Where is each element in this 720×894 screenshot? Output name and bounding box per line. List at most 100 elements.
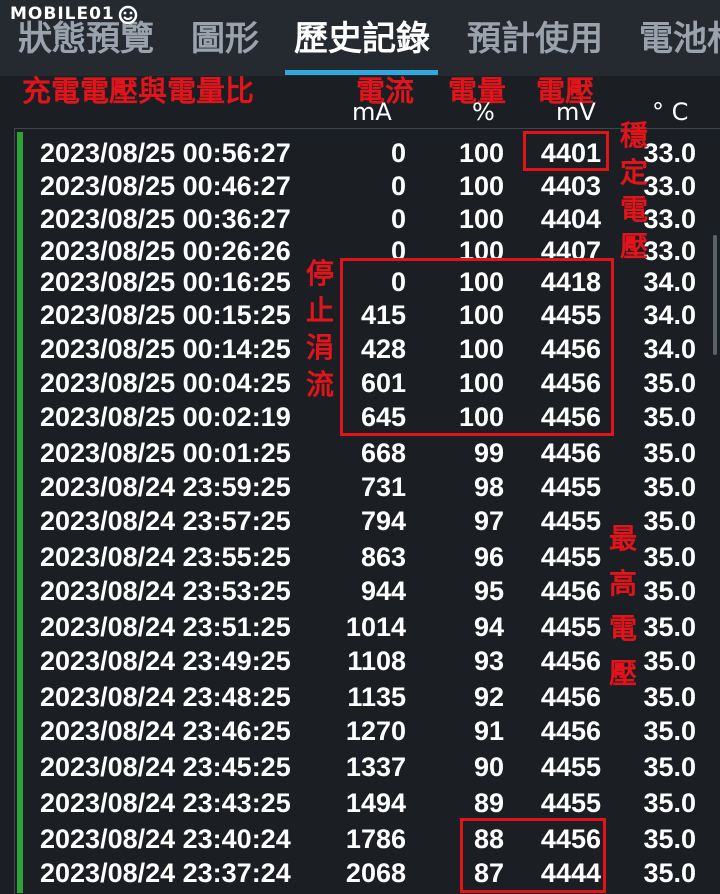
row-temperature: 35.0 <box>643 612 696 642</box>
row-current: 1786 <box>345 824 406 854</box>
row-timestamp: 2023/08/25 00:46:27 <box>40 171 291 201</box>
highlight-final-rows <box>460 818 606 893</box>
row-timestamp: 2023/08/24 23:57:25 <box>40 506 291 536</box>
row-voltage: 4455 <box>540 788 601 818</box>
row-timestamp: 2023/08/24 23:59:25 <box>40 472 291 502</box>
row-capacity: 89 <box>473 788 504 818</box>
row-current: 731 <box>360 472 406 502</box>
row-timestamp: 2023/08/25 00:14:25 <box>40 334 291 364</box>
row-capacity: 94 <box>473 612 504 642</box>
row-temperature: 35.0 <box>643 788 696 818</box>
row-timestamp: 2023/08/24 23:48:25 <box>40 682 291 712</box>
row-capacity: 98 <box>473 472 504 502</box>
row-timestamp: 2023/08/24 23:37:24 <box>40 858 291 888</box>
row-current: 1337 <box>345 752 406 782</box>
row-timestamp: 2023/08/25 00:16:25 <box>40 267 291 297</box>
row-voltage: 4455 <box>540 472 601 502</box>
smiley-logo-icon <box>118 5 138 25</box>
row-voltage: 4455 <box>540 542 601 572</box>
row-current: 0 <box>390 138 406 168</box>
row-current: 1135 <box>347 682 406 712</box>
row-timestamp: 2023/08/24 23:53:25 <box>40 576 291 606</box>
row-voltage: 4456 <box>540 438 601 468</box>
table-row[interactable]: 2023/08/24 23:59:25 731 98 4455 35.0 <box>0 470 720 504</box>
tab-graph[interactable]: 圖形 <box>191 14 259 64</box>
table-row[interactable]: 2023/08/25 00:46:27 0 100 4403 33.0 <box>0 169 720 203</box>
row-current: 1108 <box>347 646 406 676</box>
row-timestamp: 2023/08/24 23:46:25 <box>40 716 291 746</box>
unit-voltage: mV <box>556 98 596 126</box>
row-voltage: 4404 <box>540 204 601 234</box>
row-temperature: 34.0 <box>643 267 696 297</box>
row-temperature: 33.0 <box>643 138 696 168</box>
table-row[interactable]: 2023/08/24 23:37:24 2068 87 4444 35.0 <box>0 856 720 890</box>
row-temperature: 35.0 <box>643 682 696 712</box>
row-temperature: 35.0 <box>643 576 696 606</box>
row-temperature: 35.0 <box>643 752 696 782</box>
tab-battery[interactable]: 電池材 <box>639 14 720 64</box>
table-row[interactable]: 2023/08/24 23:46:25 1270 91 4456 35.0 <box>0 714 720 748</box>
row-voltage: 4403 <box>540 171 601 201</box>
row-timestamp: 2023/08/24 23:40:24 <box>40 824 291 854</box>
annotation-stop-trickle: 停 止 涓 流 <box>305 257 334 401</box>
annotation-title: 充電電壓與電量比 <box>22 74 255 108</box>
tab-history[interactable]: 歷史記錄 <box>294 14 430 64</box>
table-row[interactable]: 2023/08/24 23:40:24 1786 88 4456 35.0 <box>0 822 720 856</box>
row-timestamp: 2023/08/24 23:49:25 <box>40 646 291 676</box>
row-timestamp: 2023/08/25 00:36:27 <box>40 204 291 234</box>
unit-temperature: ° C <box>652 98 689 126</box>
row-current: 0 <box>390 171 406 201</box>
highlight-stable-voltage <box>523 131 609 171</box>
row-current: 794 <box>360 506 406 536</box>
row-voltage: 4456 <box>540 576 601 606</box>
row-current: 1494 <box>345 788 406 818</box>
row-temperature: 33.0 <box>643 204 696 234</box>
table-row[interactable]: 2023/08/25 00:01:25 668 99 4456 35.0 <box>0 436 720 470</box>
row-timestamp: 2023/08/24 23:43:25 <box>40 788 291 818</box>
row-temperature: 35.0 <box>643 542 696 572</box>
row-timestamp: 2023/08/24 23:55:25 <box>40 542 291 572</box>
row-timestamp: 2023/08/24 23:45:25 <box>40 752 291 782</box>
highlight-stop-trickle <box>340 258 614 436</box>
row-timestamp: 2023/08/25 00:56:27 <box>40 138 291 168</box>
row-capacity: 91 <box>473 716 504 746</box>
row-voltage: 4456 <box>540 682 601 712</box>
table-row[interactable]: 2023/08/24 23:45:25 1337 90 4455 35.0 <box>0 750 720 784</box>
row-temperature: 35.0 <box>643 646 696 676</box>
row-current: 0 <box>390 204 406 234</box>
tab-estimated-usage[interactable]: 預計使用 <box>467 14 603 64</box>
unit-current: mA <box>352 98 392 126</box>
row-temperature: 35.0 <box>643 716 696 746</box>
row-voltage: 4455 <box>540 506 601 536</box>
unit-capacity: % <box>472 98 495 126</box>
row-timestamp: 2023/08/25 00:02:19 <box>40 402 291 432</box>
annotation-stable-voltage: 穩 定 電 壓 <box>619 119 648 263</box>
row-temperature: 35.0 <box>643 402 696 432</box>
row-current: 2068 <box>345 858 406 888</box>
row-capacity: 92 <box>473 682 504 712</box>
row-timestamp: 2023/08/24 23:51:25 <box>40 612 291 642</box>
row-current: 668 <box>360 438 406 468</box>
row-capacity: 100 <box>458 171 504 201</box>
row-temperature: 35.0 <box>643 438 696 468</box>
row-current: 863 <box>360 542 406 572</box>
row-capacity: 100 <box>458 204 504 234</box>
row-capacity: 100 <box>458 138 504 168</box>
row-voltage: 4456 <box>540 716 601 746</box>
row-temperature: 34.0 <box>643 334 696 364</box>
row-temperature: 35.0 <box>643 858 696 888</box>
table-row[interactable]: 2023/08/24 23:43:25 1494 89 4455 35.0 <box>0 786 720 820</box>
row-temperature: 33.0 <box>643 236 696 266</box>
row-capacity: 95 <box>473 576 504 606</box>
table-row[interactable]: 2023/08/25 00:36:27 0 100 4404 33.0 <box>0 202 720 236</box>
row-timestamp: 2023/08/25 00:01:25 <box>40 438 291 468</box>
row-voltage: 4455 <box>540 612 601 642</box>
row-capacity: 99 <box>473 438 504 468</box>
row-voltage: 4455 <box>540 752 601 782</box>
row-temperature: 35.0 <box>643 824 696 854</box>
annotation-max-voltage: 最 高 電 壓 <box>608 522 637 690</box>
row-temperature: 35.0 <box>643 368 696 398</box>
row-temperature: 35.0 <box>643 506 696 536</box>
table-row[interactable]: 2023/08/25 00:56:27 0 100 4401 33.0 <box>0 136 720 170</box>
row-timestamp: 2023/08/25 00:15:25 <box>40 300 291 330</box>
